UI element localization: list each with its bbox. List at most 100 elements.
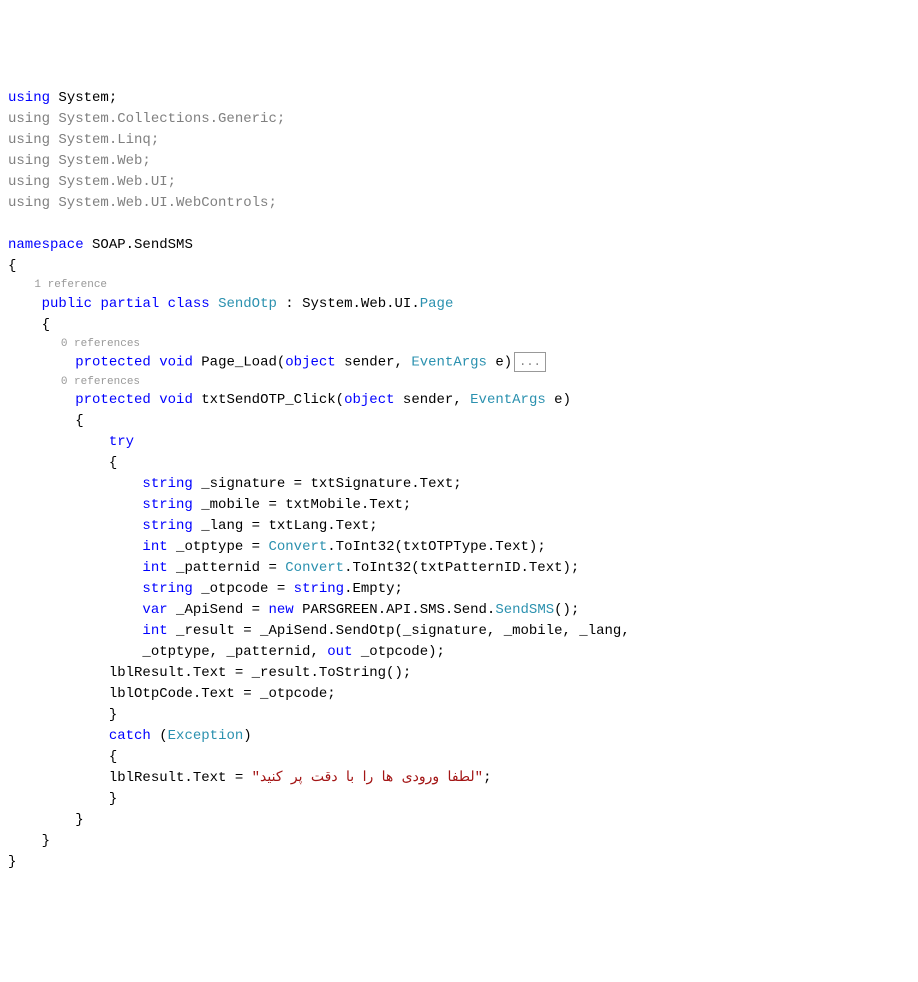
blank-line (0, 214, 918, 235)
brace: } (0, 705, 918, 726)
code-line: int _patternid = Convert.ToInt32(txtPatt… (0, 558, 918, 579)
text: _ApiSend = (168, 602, 269, 618)
type: Exception (168, 728, 244, 744)
keyword: catch (109, 728, 151, 744)
code-line: string _signature = txtSignature.Text; (0, 474, 918, 495)
code-line: int _result = _ApiSend.SendOtp(_signatur… (0, 621, 918, 642)
code-line: string _otpcode = string.Empty; (0, 579, 918, 600)
text: _mobile = txtMobile.Text; (193, 497, 411, 513)
code-line: using System.Web.UI; (0, 172, 918, 193)
text: _lang = txtLang.Text; (193, 518, 378, 534)
brace: } (0, 831, 918, 852)
code-line: lblResult.Text = _result.ToString(); (0, 663, 918, 684)
code-line: try (0, 432, 918, 453)
code-line: lblResult.Text = "لطفا ورودی ها را با دق… (0, 768, 918, 789)
keyword: protected (75, 355, 151, 371)
brace: { (0, 747, 918, 768)
collapse-toggle[interactable]: ... (514, 352, 546, 372)
code-line: namespace SOAP.SendSMS (0, 235, 918, 256)
text: _otpcode = (193, 581, 294, 597)
keyword: int (142, 623, 167, 639)
code-line: using System.Linq; (0, 130, 918, 151)
code-line: string _mobile = txtMobile.Text; (0, 495, 918, 516)
code-line: using System; (0, 88, 918, 109)
method-name: Page_Load( (193, 355, 285, 371)
code-line: using System.Web; (0, 151, 918, 172)
text: _signature = txtSignature.Text; (193, 476, 462, 492)
text: _result = _ApiSend.SendOtp(_signature, _… (168, 623, 630, 639)
keyword: var (142, 602, 167, 618)
type: Convert (268, 539, 327, 555)
code-line: public partial class SendOtp : System.We… (0, 294, 918, 315)
text: ; (483, 770, 491, 786)
code-line: using System.Web.UI.WebControls; (0, 193, 918, 214)
type: Convert (285, 560, 344, 576)
text: .ToInt32(txtOTPType.Text); (327, 539, 545, 555)
text: PARSGREEN.API.SMS.Send. (294, 602, 496, 618)
code-line: catch (Exception) (0, 726, 918, 747)
keyword: void (159, 355, 193, 371)
code-line: _otptype, _patternid, out _otpcode); (0, 642, 918, 663)
namespace-name: SOAP.SendSMS (84, 237, 193, 253)
text: .Empty; (344, 581, 403, 597)
keyword: try (109, 434, 134, 450)
type: EventArgs (411, 355, 487, 371)
text: _otpcode); (352, 644, 444, 660)
code-line: string _lang = txtLang.Text; (0, 516, 918, 537)
text: .ToInt32(txtPatternID.Text); (344, 560, 579, 576)
codelens-reference[interactable]: 1 reference (0, 277, 918, 294)
text: _otptype, _patternid, (8, 644, 327, 660)
type: SendSMS (495, 602, 554, 618)
keyword: string (142, 581, 192, 597)
text: ( (151, 728, 168, 744)
codelens-reference[interactable]: 0 references (0, 336, 918, 353)
keyword: object (285, 355, 335, 371)
text: e) (546, 392, 571, 408)
code-line: protected void txtSendOTP_Click(object s… (0, 390, 918, 411)
text: e) (487, 355, 512, 371)
code-line: protected void Page_Load(object sender, … (0, 352, 918, 374)
text: sender, (336, 355, 412, 371)
brace: } (0, 852, 918, 873)
code-line: int _otptype = Convert.ToInt32(txtOTPTyp… (0, 537, 918, 558)
code-line: var _ApiSend = new PARSGREEN.API.SMS.Sen… (0, 600, 918, 621)
string-literal: "لطفا ورودی ها را با دقت پر کنید" (252, 770, 483, 786)
keyword: int (142, 539, 167, 555)
keyword: int (142, 560, 167, 576)
keyword: new (268, 602, 293, 618)
brace: } (0, 789, 918, 810)
text: System.Web.UI. (302, 296, 420, 312)
codelens-reference[interactable]: 0 references (0, 374, 918, 391)
code-line: using System.Collections.Generic; (0, 109, 918, 130)
keyword: string (142, 518, 192, 534)
text: (); (554, 602, 579, 618)
text: _otptype = (168, 539, 269, 555)
text: _patternid = (168, 560, 286, 576)
class-name: SendOtp (218, 296, 277, 312)
keyword: string (294, 581, 344, 597)
keyword: partial (100, 296, 159, 312)
code-editor[interactable]: using System;using System.Collections.Ge… (0, 88, 918, 873)
using-keyword: using (8, 90, 50, 106)
code-line: lblOtpCode.Text = _otpcode; (0, 684, 918, 705)
text: ) (243, 728, 251, 744)
type: EventArgs (470, 392, 546, 408)
brace: { (0, 256, 918, 277)
keyword: string (142, 497, 192, 513)
text: : (277, 296, 302, 312)
keyword: object (344, 392, 394, 408)
using-text: System; (50, 90, 117, 106)
brace: { (0, 411, 918, 432)
method-name: txtSendOTP_Click( (193, 392, 344, 408)
keyword: string (142, 476, 192, 492)
keyword: protected (75, 392, 151, 408)
keyword: out (327, 644, 352, 660)
brace: { (0, 315, 918, 336)
base-type: Page (420, 296, 454, 312)
keyword: void (159, 392, 193, 408)
brace: } (0, 810, 918, 831)
text: lblResult.Text = (8, 770, 252, 786)
keyword: class (168, 296, 210, 312)
keyword: public (42, 296, 92, 312)
namespace-keyword: namespace (8, 237, 84, 253)
